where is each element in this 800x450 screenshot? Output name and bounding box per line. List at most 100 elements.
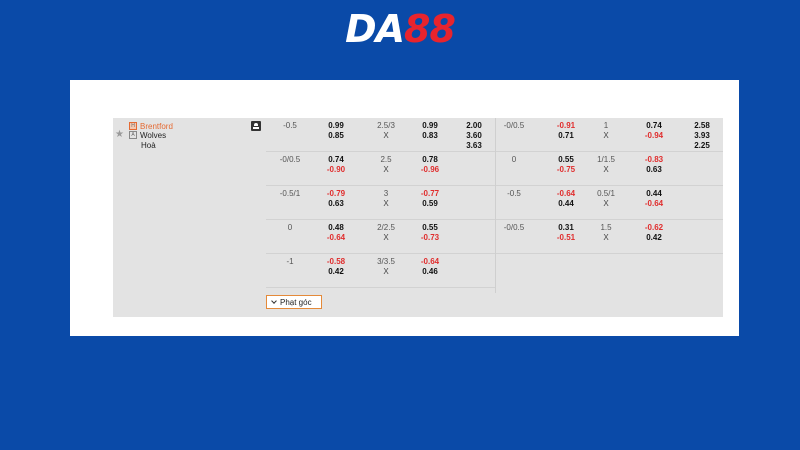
odds-value[interactable]: 3.63	[458, 141, 490, 151]
odds-value[interactable]: -0.83	[636, 155, 672, 165]
odds-row: -0.5 -0.64 0.44 0.5/1 X 0.44 -0.64	[496, 186, 723, 220]
odds-value[interactable]: 0.99	[412, 121, 448, 131]
over-under-odds[interactable]: 0.99 0.83	[412, 121, 448, 141]
over-under-odds[interactable]: 0.74 -0.94	[636, 121, 672, 141]
odds-value[interactable]: -0.96	[412, 165, 448, 175]
corner-kicks-label: Phạt góc	[280, 298, 312, 307]
handicap-line: -1	[286, 257, 294, 266]
over-under-odds[interactable]: 0.55 -0.73	[412, 223, 448, 243]
over-under-value: 0.5/1	[597, 189, 615, 198]
odds-value[interactable]: 0.42	[636, 233, 672, 243]
over-under-value: 1	[603, 121, 609, 130]
odds-value[interactable]: 0.74	[636, 121, 672, 131]
over-under-line: 2.5/3 X	[366, 121, 406, 141]
over-under-value: 1.5	[600, 223, 612, 232]
away-team[interactable]: A Wolves	[129, 130, 167, 141]
handicap-odds[interactable]: -0.58 0.42	[318, 257, 354, 277]
odds-value[interactable]: 0.83	[412, 131, 448, 141]
odds-value[interactable]: -0.51	[548, 233, 584, 243]
over-under-value: 2/2.5	[377, 223, 395, 232]
under-marker: X	[383, 267, 389, 276]
odds-value[interactable]: 0.63	[636, 165, 672, 175]
over-under-line: 1.5 X	[586, 223, 626, 243]
odds-value[interactable]: 0.44	[636, 189, 672, 199]
odds-row: -0.5/1 -0.79 0.63 3 X -0.77 0.59	[266, 186, 495, 220]
odds-value[interactable]: -0.79	[318, 189, 354, 199]
over-under-value: 2.5/3	[377, 121, 395, 130]
over-under-odds[interactable]: -0.83 0.63	[636, 155, 672, 175]
odds-value[interactable]: 3.93	[686, 131, 718, 141]
favorite-star-icon[interactable]: ★	[115, 130, 124, 140]
corner-kicks-button[interactable]: Phạt góc	[266, 295, 322, 309]
over-under-value: 2.5	[380, 155, 392, 164]
handicap-odds[interactable]: -0.91 0.71	[548, 121, 584, 141]
odds-value[interactable]: -0.64	[548, 189, 584, 199]
1x2-odds[interactable]: 2.00 3.60 3.63	[458, 121, 490, 151]
handicap-odds[interactable]: 0.74 -0.90	[318, 155, 354, 175]
over-under-line: 2/2.5 X	[366, 223, 406, 243]
odds-row: 0 0.55 -0.75 1/1.5 X -0.83 0.63	[496, 152, 723, 186]
odds-value[interactable]: 0.55	[548, 155, 584, 165]
handicap-line: -0/0.5	[279, 155, 301, 164]
over-under-odds[interactable]: -0.77 0.59	[412, 189, 448, 209]
odds-value[interactable]: 2.00	[458, 121, 490, 131]
odds-value[interactable]: -0.58	[318, 257, 354, 267]
handicap-line: -0.5/1	[279, 189, 301, 198]
handicap-odds[interactable]: 0.99 0.85	[318, 121, 354, 141]
odds-value[interactable]: -0.75	[548, 165, 584, 175]
odds-value[interactable]: 0.71	[548, 131, 584, 141]
odds-value[interactable]: 0.74	[318, 155, 354, 165]
odds-value[interactable]: 0.55	[412, 223, 448, 233]
odds-value[interactable]: 0.59	[412, 199, 448, 209]
under-marker: X	[383, 199, 389, 208]
odds-value[interactable]: -0.91	[548, 121, 584, 131]
odds-value[interactable]: -0.73	[412, 233, 448, 243]
home-team-name: Brentford	[140, 122, 173, 131]
draw-label: Hoà	[141, 141, 156, 150]
odds-value[interactable]: 2.58	[686, 121, 718, 131]
brand-logo-part2: 88	[404, 7, 456, 51]
odds-value[interactable]: 0.48	[318, 223, 354, 233]
handicap-line: -0/0.5	[503, 121, 525, 130]
odds-value[interactable]: 3.60	[458, 131, 490, 141]
handicap-line: -0.5	[507, 189, 521, 198]
odds-value[interactable]: 0.46	[412, 267, 448, 277]
over-under-odds[interactable]: 0.44 -0.64	[636, 189, 672, 209]
handicap-odds[interactable]: -0.64 0.44	[548, 189, 584, 209]
odds-value[interactable]: -0.77	[412, 189, 448, 199]
over-under-odds[interactable]: -0.62 0.42	[636, 223, 672, 243]
odds-value[interactable]: 0.63	[318, 199, 354, 209]
handicap-odds[interactable]: -0.79 0.63	[318, 189, 354, 209]
odds-row: -0/0.5 -0.91 0.71 1 X 0.74 -0.94 2.58 3.93 2.25	[496, 118, 723, 152]
odds-row: 0 0.48 -0.64 2/2.5 X 0.55 -0.73	[266, 220, 495, 254]
odds-value[interactable]: 0.44	[548, 199, 584, 209]
statistics-icon[interactable]	[251, 121, 261, 131]
under-marker: X	[603, 199, 609, 208]
over-under-odds[interactable]: -0.64 0.46	[412, 257, 448, 277]
handicap-odds[interactable]: 0.55 -0.75	[548, 155, 584, 175]
odds-value[interactable]: -0.90	[318, 165, 354, 175]
odds-value[interactable]: 0.85	[318, 131, 354, 141]
odds-value[interactable]: -0.94	[636, 131, 672, 141]
odds-value[interactable]: 2.25	[686, 141, 718, 151]
under-marker: X	[603, 165, 609, 174]
handicap-odds[interactable]: 0.31 -0.51	[548, 223, 584, 243]
handicap-odds[interactable]: 0.48 -0.64	[318, 223, 354, 243]
odds-value[interactable]: -0.64	[318, 233, 354, 243]
odds-value[interactable]: 0.78	[412, 155, 448, 165]
odds-row: -0/0.5 0.31 -0.51 1.5 X -0.62 0.42	[496, 220, 723, 254]
odds-board: ★ H Brentford A Wolves Hoà -0.5 0.99 0.85 2.5…	[113, 118, 723, 317]
odds-value[interactable]: 0.42	[318, 267, 354, 277]
odds-value[interactable]: -0.64	[636, 199, 672, 209]
odds-value[interactable]: -0.62	[636, 223, 672, 233]
full-time-odds: -0.5 0.99 0.85 2.5/3 X 0.99 0.83 2.00 3.60 3.63 -0…	[266, 118, 496, 293]
odds-value[interactable]: 0.31	[548, 223, 584, 233]
odds-row: -0/0.5 0.74 -0.90 2.5 X 0.78 -0.96	[266, 152, 495, 186]
over-under-odds[interactable]: 0.78 -0.96	[412, 155, 448, 175]
odds-value[interactable]: -0.64	[412, 257, 448, 267]
1x2-odds[interactable]: 2.58 3.93 2.25	[686, 121, 718, 151]
odds-grid: -0.5 0.99 0.85 2.5/3 X 0.99 0.83 2.00 3.60 3.63 -0…	[266, 118, 723, 293]
away-team-name: Wolves	[140, 131, 167, 140]
odds-value[interactable]: 0.99	[318, 121, 354, 131]
odds-panel: ★ H Brentford A Wolves Hoà -0.5 0.99 0.85 2.5…	[70, 80, 739, 336]
